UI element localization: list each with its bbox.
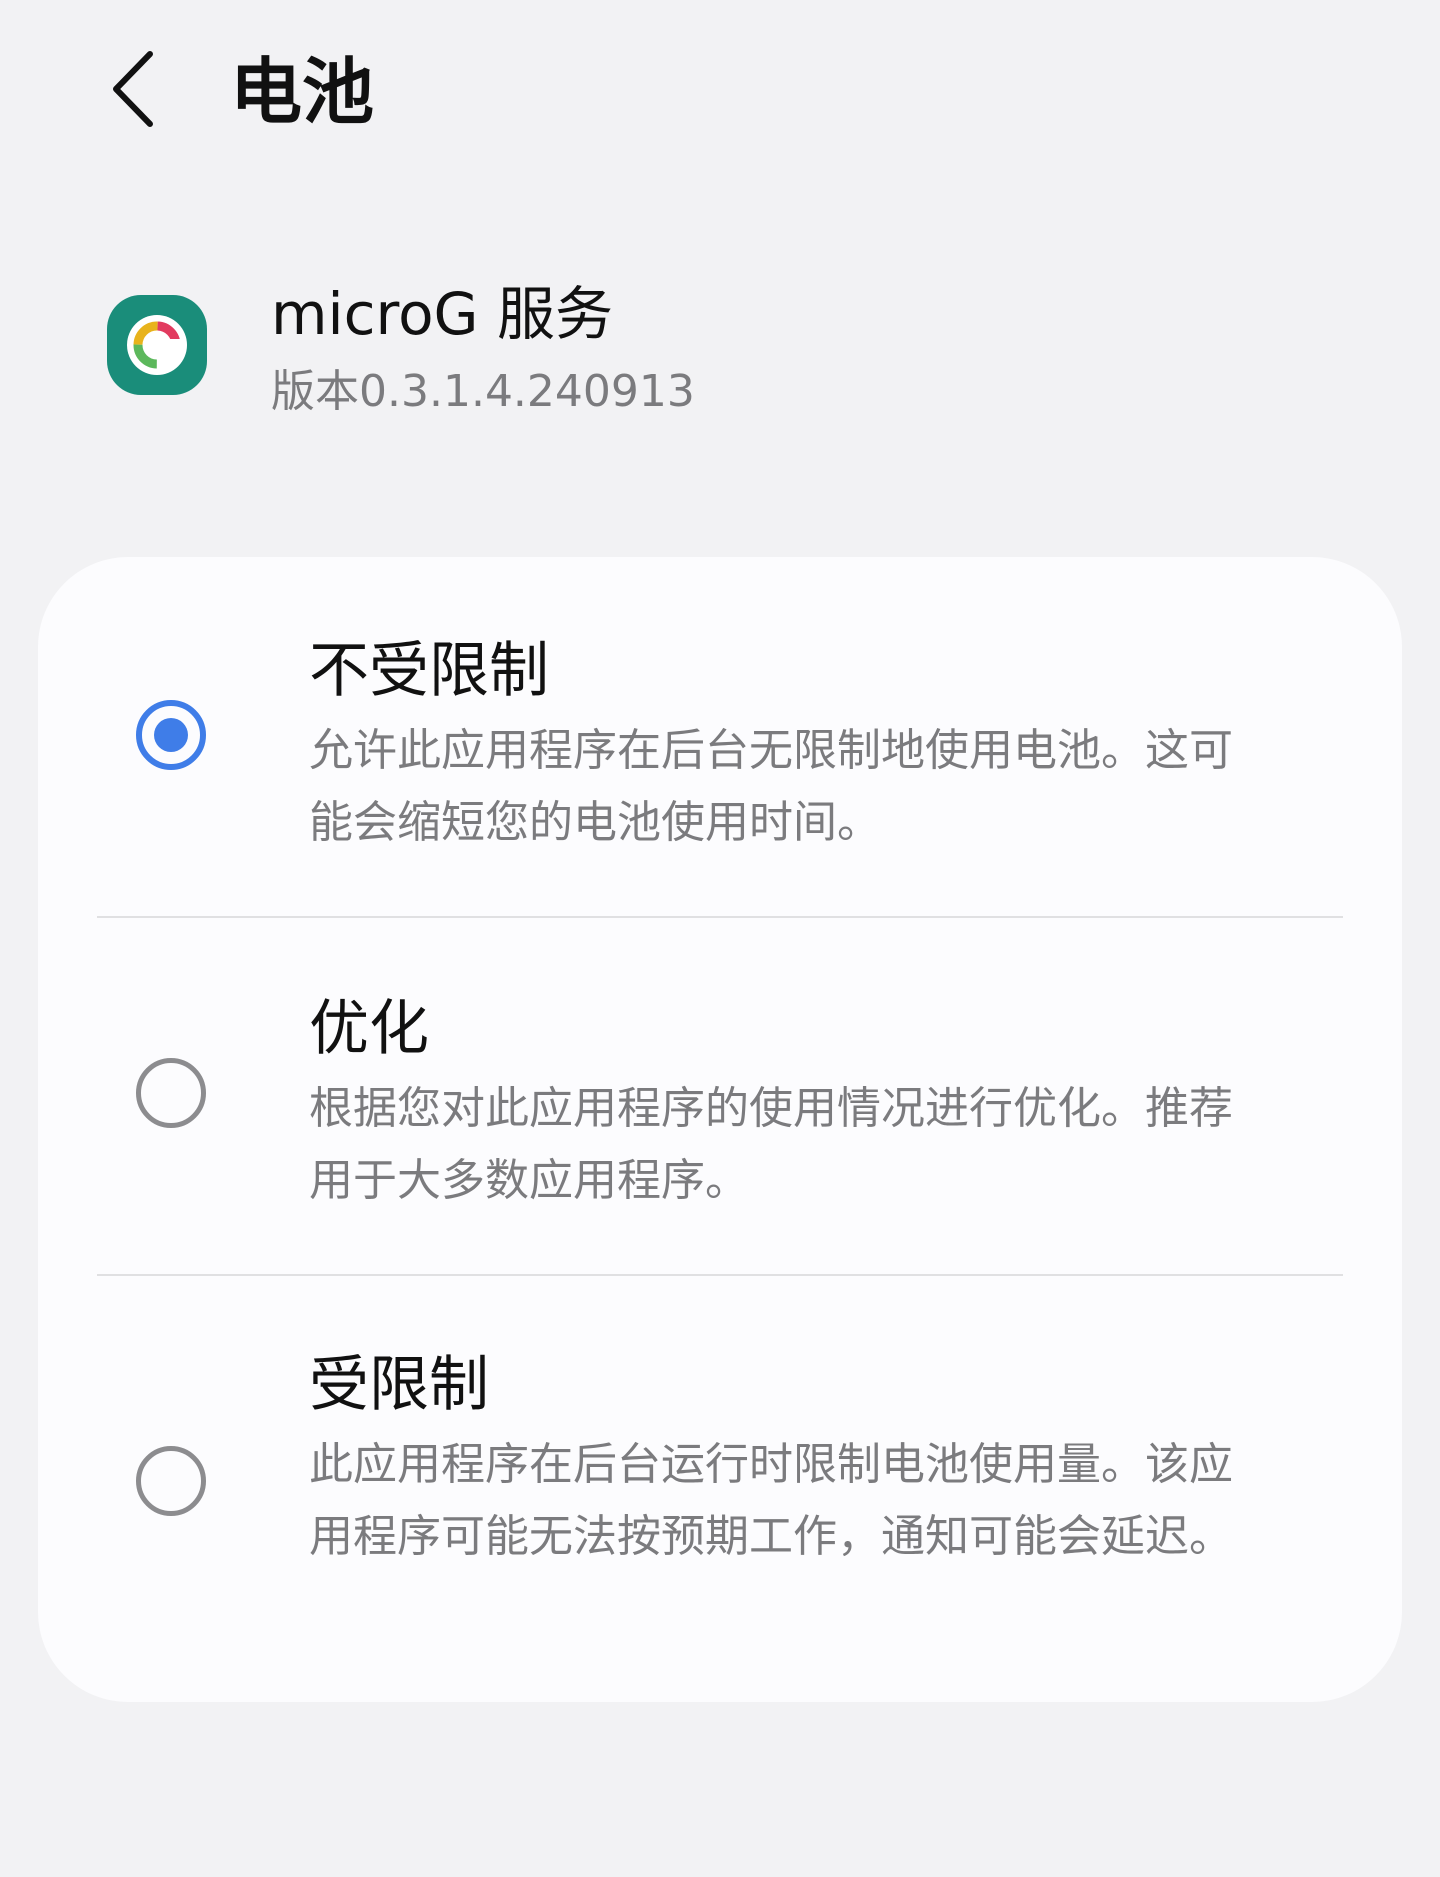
option-title: 优化 — [309, 994, 429, 1064]
page-title: 电池 — [230, 50, 375, 134]
option-description: 允许此应用程序在后台无限制地使用电池。这可能会缩短您的电池使用时间。 — [309, 725, 1233, 848]
app-version: 版本0.3.1.4.240913 — [271, 366, 695, 417]
top-app-bar: 电池 — [0, 0, 1440, 190]
option-description: 根据您对此应用程序的使用情况进行优化。推荐用于大多数应用程序。 — [309, 1083, 1233, 1206]
chevron-left-icon — [113, 51, 153, 127]
app-name: microG 服务 — [271, 280, 613, 348]
battery-options-card: 不受限制 允许此应用程序在后台无限制地使用电池。这可能会缩短您的电池使用时间。 … — [38, 557, 1402, 1702]
option-optimized[interactable]: 优化 根据您对此应用程序的使用情况进行优化。推荐用于大多数应用程序。 — [38, 917, 1402, 1275]
option-title: 受限制 — [309, 1350, 489, 1420]
back-button[interactable] — [96, 46, 172, 132]
option-unrestricted[interactable]: 不受限制 允许此应用程序在后台无限制地使用电池。这可能会缩短您的电池使用时间。 — [38, 557, 1402, 917]
microg-app-icon — [107, 295, 207, 395]
option-title: 不受限制 — [309, 636, 549, 706]
radio-button[interactable] — [136, 1446, 206, 1516]
app-info-header: microG 服务 版本0.3.1.4.240913 — [0, 270, 1440, 450]
option-description: 此应用程序在后台运行时限制电池使用量。该应用程序可能无法按预期工作，通知可能会延… — [309, 1439, 1233, 1562]
radio-button[interactable] — [136, 1058, 206, 1128]
option-restricted[interactable]: 受限制 此应用程序在后台运行时限制电池使用量。该应用程序可能无法按预期工作，通知… — [38, 1275, 1402, 1702]
radio-button-selected[interactable] — [136, 700, 206, 770]
